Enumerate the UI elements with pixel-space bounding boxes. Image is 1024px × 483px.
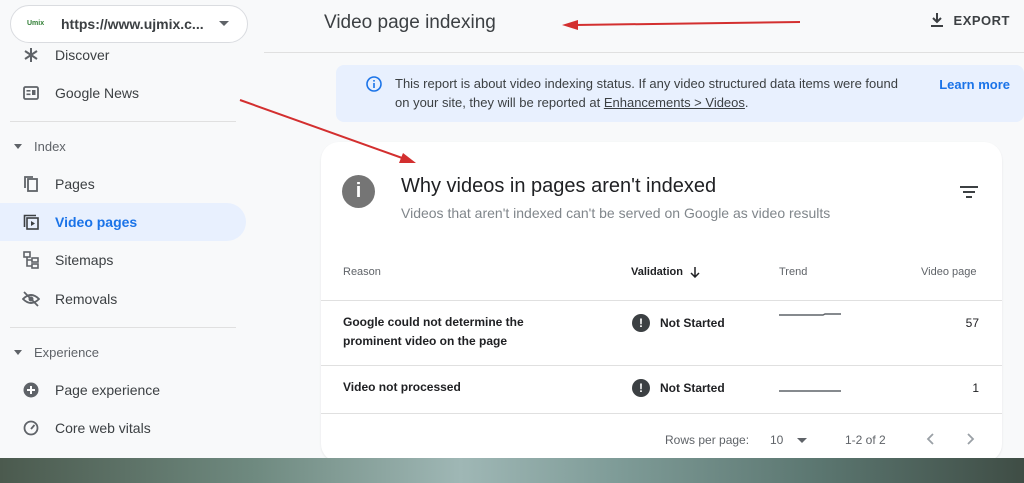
sidebar-section-index[interactable]: Index xyxy=(14,139,66,154)
table-row-divider xyxy=(321,413,1002,414)
sidebar-item-page-experience[interactable]: Page experience xyxy=(0,371,246,409)
sidebar-item-core-web-vitals[interactable]: Core web vitals xyxy=(0,409,246,447)
section-label: Index xyxy=(34,139,66,154)
chevron-right-icon[interactable] xyxy=(966,432,976,446)
card-subtitle: Videos that aren't indexed can't be serv… xyxy=(401,205,831,221)
search-console-window: Umix https://www.ujmix.c... Discover Goo… xyxy=(0,0,1024,462)
sidebar-item-label: Sitemaps xyxy=(55,252,114,268)
page-title: Video page indexing xyxy=(324,12,496,33)
section-label: Experience xyxy=(34,345,100,360)
sidebar-item-label: Video pages xyxy=(55,214,138,230)
info-banner: This report is about video indexing stat… xyxy=(336,65,1024,122)
sidebar-divider xyxy=(10,121,236,122)
eye-off-icon xyxy=(22,290,40,308)
validation-label: Not Started xyxy=(660,316,725,330)
column-header-trend[interactable]: Trend xyxy=(779,266,807,278)
card-title: Why videos in pages aren't indexed xyxy=(401,175,717,197)
sidebar-item-label: Core web vitals xyxy=(55,420,151,436)
sidebar-item-label: Pages xyxy=(55,176,95,192)
table-row-divider xyxy=(321,365,1002,366)
table-row-reason[interactable]: Video not processed xyxy=(343,378,543,397)
column-header-count[interactable]: Video page xyxy=(921,266,976,278)
video-page-count: 1 xyxy=(972,381,979,395)
site-logo: Umix xyxy=(27,20,45,27)
background-image-strip xyxy=(0,458,1024,483)
caret-down-icon xyxy=(14,144,22,149)
sidebar-item-pages[interactable]: Pages xyxy=(0,165,246,203)
sidebar-item-label: Discover xyxy=(55,47,110,63)
sidebar-section-experience[interactable]: Experience xyxy=(14,345,99,360)
caret-down-icon xyxy=(797,437,808,443)
pagination-range: 1-2 of 2 xyxy=(845,433,886,447)
exclamation-icon: ! xyxy=(632,314,650,332)
sidebar-item-label: Google News xyxy=(55,85,140,101)
column-header-reason[interactable]: Reason xyxy=(343,266,381,278)
sidebar-item-removals[interactable]: Removals xyxy=(0,280,246,318)
sidebar: Umix https://www.ujmix.c... Discover Goo… xyxy=(0,0,248,458)
news-icon xyxy=(22,84,40,102)
sidebar-item-label: Removals xyxy=(55,291,118,307)
header-divider xyxy=(264,52,1024,53)
validation-status: ! Not Started xyxy=(632,379,725,397)
pages-icon xyxy=(22,175,40,193)
property-url: https://www.ujmix.c... xyxy=(61,16,204,32)
rows-per-page-label: Rows per page: xyxy=(665,433,750,447)
video-icon xyxy=(22,213,40,231)
asterisk-icon xyxy=(22,46,40,64)
not-indexed-card: i Why videos in pages aren't indexed Vid… xyxy=(321,142,1002,462)
info-icon xyxy=(366,76,382,97)
export-button[interactable]: EXPORT xyxy=(930,12,1010,28)
info-text-end: . xyxy=(744,95,749,110)
validation-label: Not Started xyxy=(660,381,725,395)
arrow-down-icon xyxy=(690,267,700,278)
rows-per-page-select[interactable]: 10 xyxy=(770,433,808,447)
chevron-left-icon[interactable] xyxy=(925,432,935,446)
sidebar-item-google-news[interactable]: Google News xyxy=(0,74,246,112)
sidebar-item-video-pages[interactable]: Video pages xyxy=(0,203,246,241)
info-text: This report is about video indexing stat… xyxy=(395,74,915,112)
plus-circle-icon xyxy=(22,381,40,399)
exclamation-icon: ! xyxy=(632,379,650,397)
learn-more-link[interactable]: Learn more xyxy=(939,77,1010,92)
download-icon xyxy=(930,13,943,27)
info-badge-icon: i xyxy=(342,175,375,208)
sitemap-icon xyxy=(22,251,40,269)
column-header-label: Validation xyxy=(631,266,683,278)
export-label: EXPORT xyxy=(953,12,1010,28)
video-page-count: 57 xyxy=(965,316,979,330)
column-header-validation[interactable]: Validation xyxy=(631,266,700,278)
trend-sparkline xyxy=(779,390,841,392)
rows-per-page-value: 10 xyxy=(770,433,784,447)
caret-down-icon xyxy=(14,350,22,355)
table-row-reason[interactable]: Google could not determine the prominent… xyxy=(343,313,543,351)
gauge-icon xyxy=(22,419,40,437)
enhancements-videos-link[interactable]: Enhancements > Videos xyxy=(604,95,745,110)
sidebar-divider xyxy=(10,327,236,328)
sidebar-item-label: Page experience xyxy=(55,382,161,398)
validation-status: ! Not Started xyxy=(632,314,725,332)
filter-icon[interactable] xyxy=(960,185,978,204)
sidebar-item-sitemaps[interactable]: Sitemaps xyxy=(0,241,246,279)
table-divider xyxy=(321,300,1002,301)
chevron-down-icon xyxy=(219,21,229,26)
sidebar-item-discover[interactable]: Discover xyxy=(0,36,246,74)
trend-sparkline xyxy=(779,313,841,316)
